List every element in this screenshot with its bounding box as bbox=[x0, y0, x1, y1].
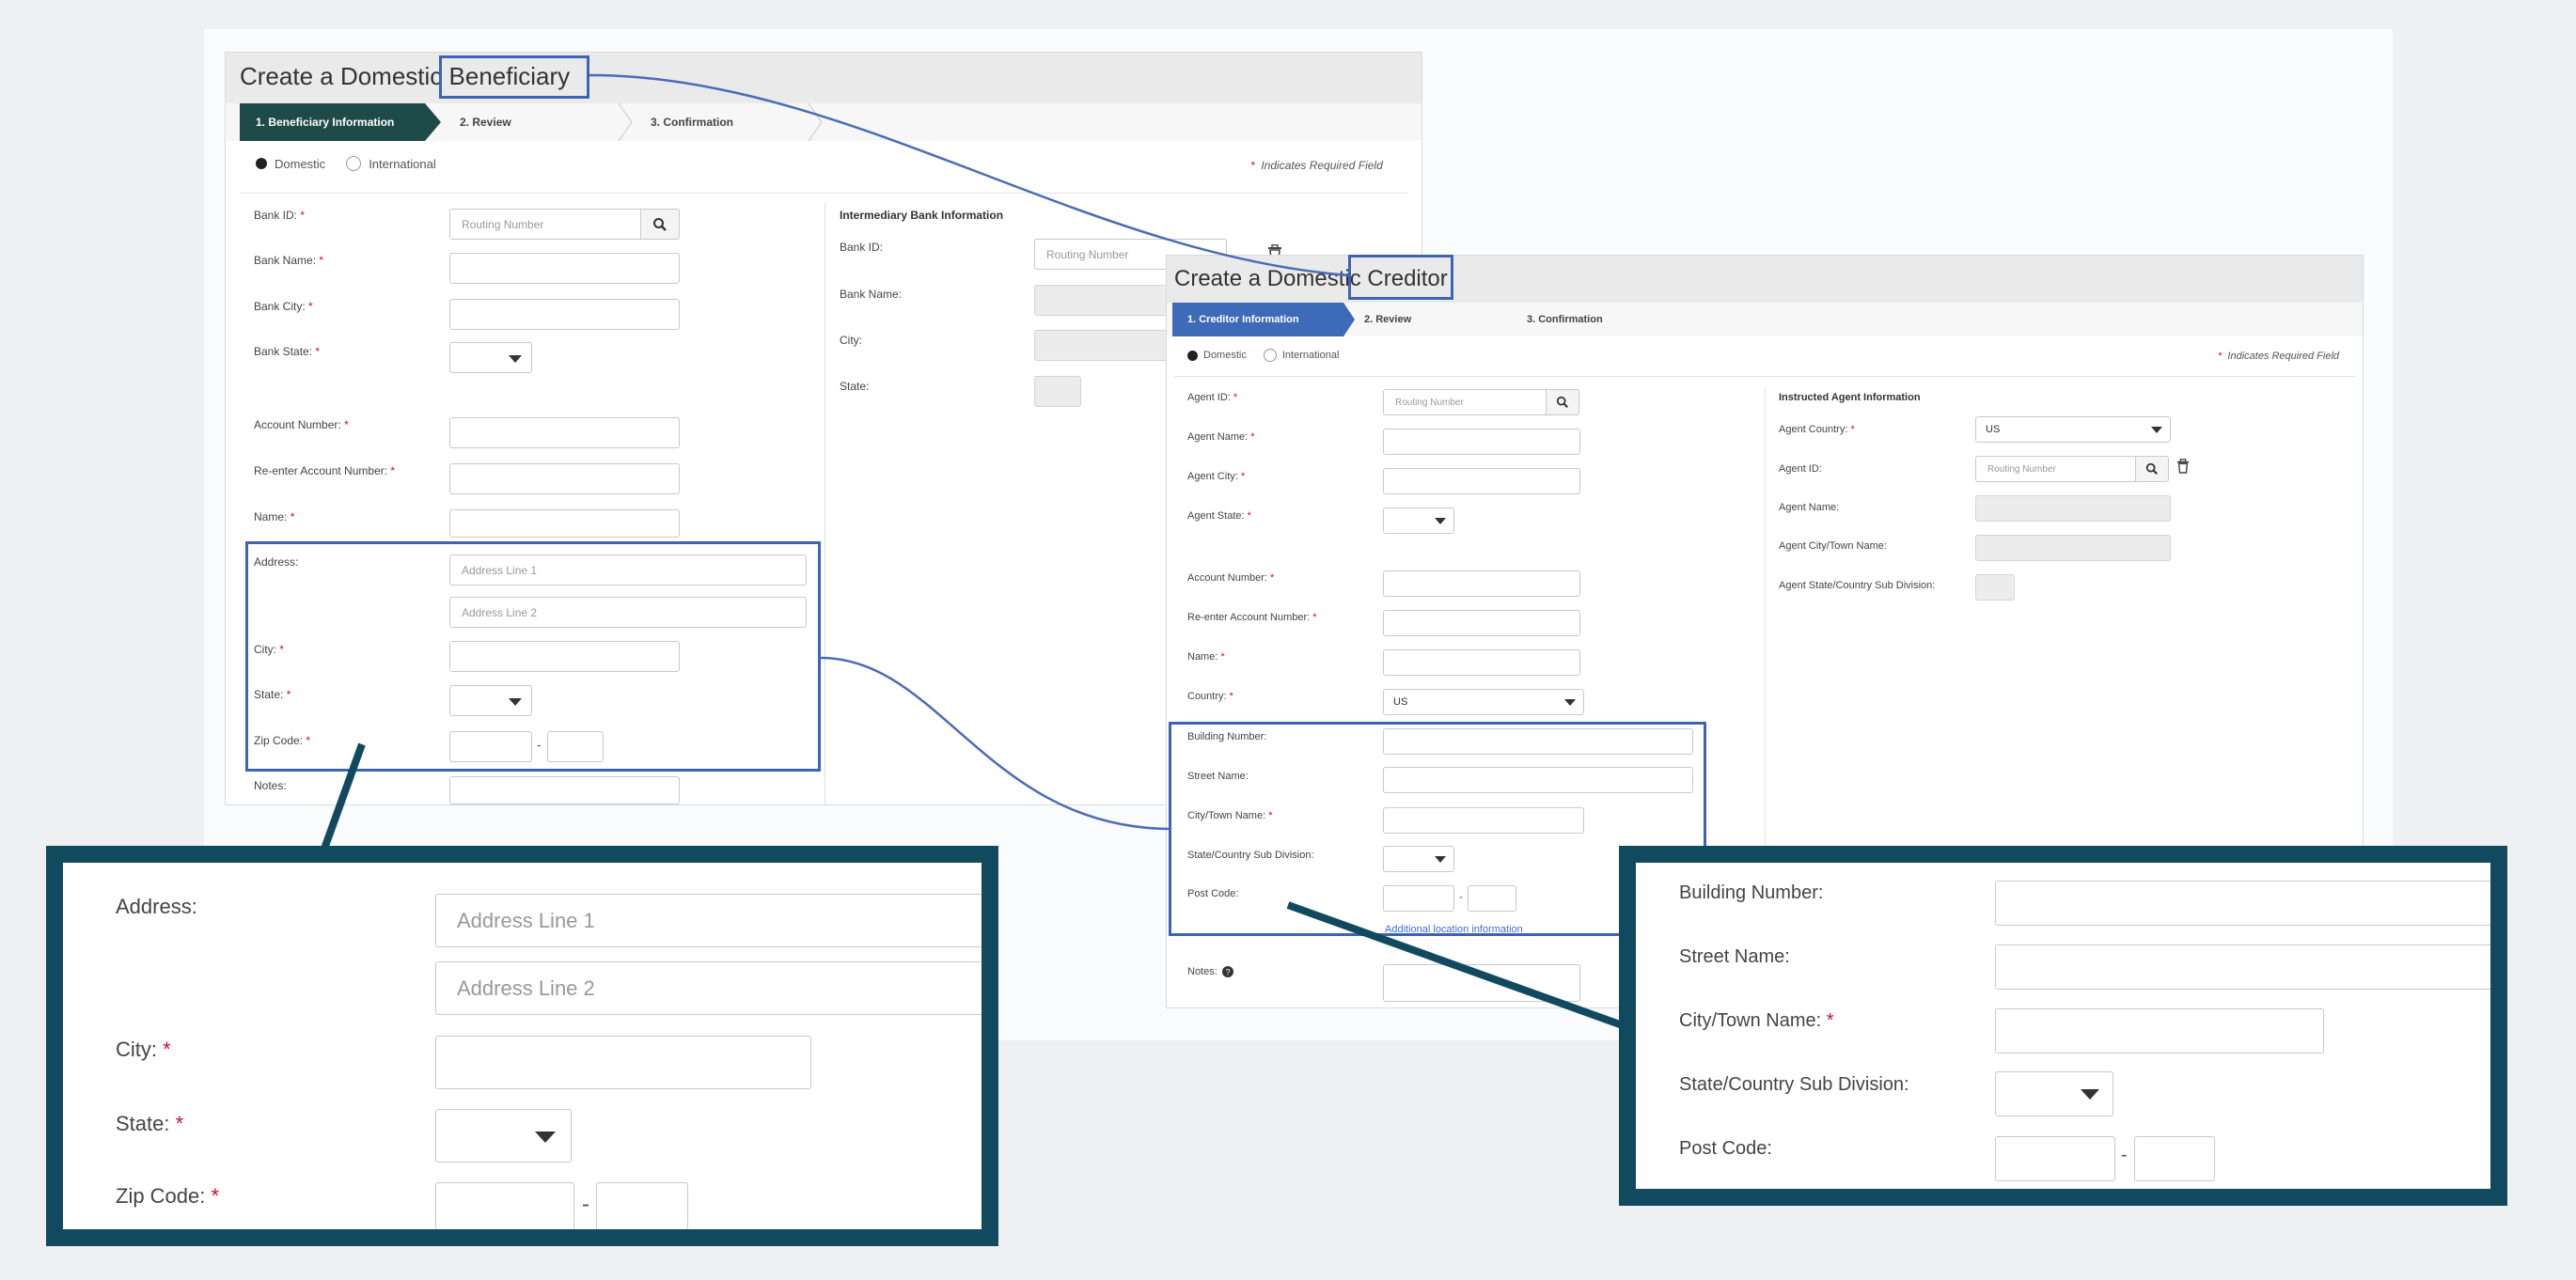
required-star: * bbox=[211, 1184, 220, 1208]
zoom-zip-code-input[interactable] bbox=[435, 1182, 574, 1229]
zoom-address-line-1-placeholder: Address Line 1 bbox=[457, 908, 595, 932]
zoom-label-state-text: State: bbox=[116, 1112, 170, 1135]
zoom-label-zip-code-text: Zip Code: bbox=[116, 1184, 206, 1208]
zoom-label-city-town-name-text: City/Town Name: bbox=[1679, 1010, 1822, 1031]
zoom-label-address: Address: bbox=[116, 895, 197, 918]
zoom-address-line-1-input[interactable]: Address Line 1 bbox=[435, 894, 982, 947]
zoom-panel-creditor-address: Building Number: Street Name: City/Town … bbox=[1619, 846, 2507, 1206]
required-star: * bbox=[175, 1112, 184, 1135]
zoom-panel-beneficiary-address: Address: Address Line 1 Address Line 2 C… bbox=[46, 846, 998, 1246]
zoom-post-code-input[interactable] bbox=[1995, 1136, 2115, 1181]
zoom-right-pointer bbox=[1286, 901, 1666, 1044]
zoom-address-line-2-input[interactable]: Address Line 2 bbox=[435, 961, 982, 1015]
zoom-address-line-2-placeholder: Address Line 2 bbox=[457, 976, 595, 1000]
zoom-label-zip-code: Zip Code: * bbox=[116, 1184, 219, 1209]
zoom-state-dropdown[interactable] bbox=[435, 1109, 572, 1163]
zoom-label-state-sub-division: State/Country Sub Division: bbox=[1679, 1074, 1909, 1095]
zoom-label-city: City: * bbox=[116, 1038, 171, 1062]
zoom-label-building-number: Building Number: bbox=[1679, 882, 1824, 903]
zoom-post-code-dash: - bbox=[2121, 1145, 2128, 1165]
zoom-label-street-name: Street Name: bbox=[1679, 946, 1790, 967]
required-star: * bbox=[163, 1038, 171, 1061]
zoom-label-city-text: City: bbox=[116, 1038, 157, 1061]
zoom-state-sub-division-dropdown[interactable] bbox=[1995, 1071, 2113, 1116]
zoom-zip-ext-input[interactable] bbox=[596, 1182, 688, 1229]
zoom-city-town-name-input[interactable] bbox=[1995, 1008, 2324, 1054]
required-star: * bbox=[1826, 1010, 1834, 1031]
zoom-label-city-town-name: City/Town Name: * bbox=[1679, 1010, 1834, 1032]
zoom-city-input[interactable] bbox=[435, 1036, 811, 1089]
caret-down-icon bbox=[2081, 1089, 2099, 1100]
connector-address-curve bbox=[820, 656, 1170, 831]
zoom-street-name-input[interactable] bbox=[1995, 944, 2490, 990]
caret-down-icon bbox=[535, 1131, 556, 1143]
zoom-zip-dash: - bbox=[582, 1192, 589, 1217]
zoom-post-code-ext-input[interactable] bbox=[2134, 1136, 2215, 1181]
zoom-building-number-input[interactable] bbox=[1995, 881, 2490, 926]
connector-title-curve bbox=[589, 73, 1349, 277]
zoom-label-post-code: Post Code: bbox=[1679, 1138, 1772, 1159]
zoom-label-state: State: * bbox=[116, 1112, 183, 1136]
